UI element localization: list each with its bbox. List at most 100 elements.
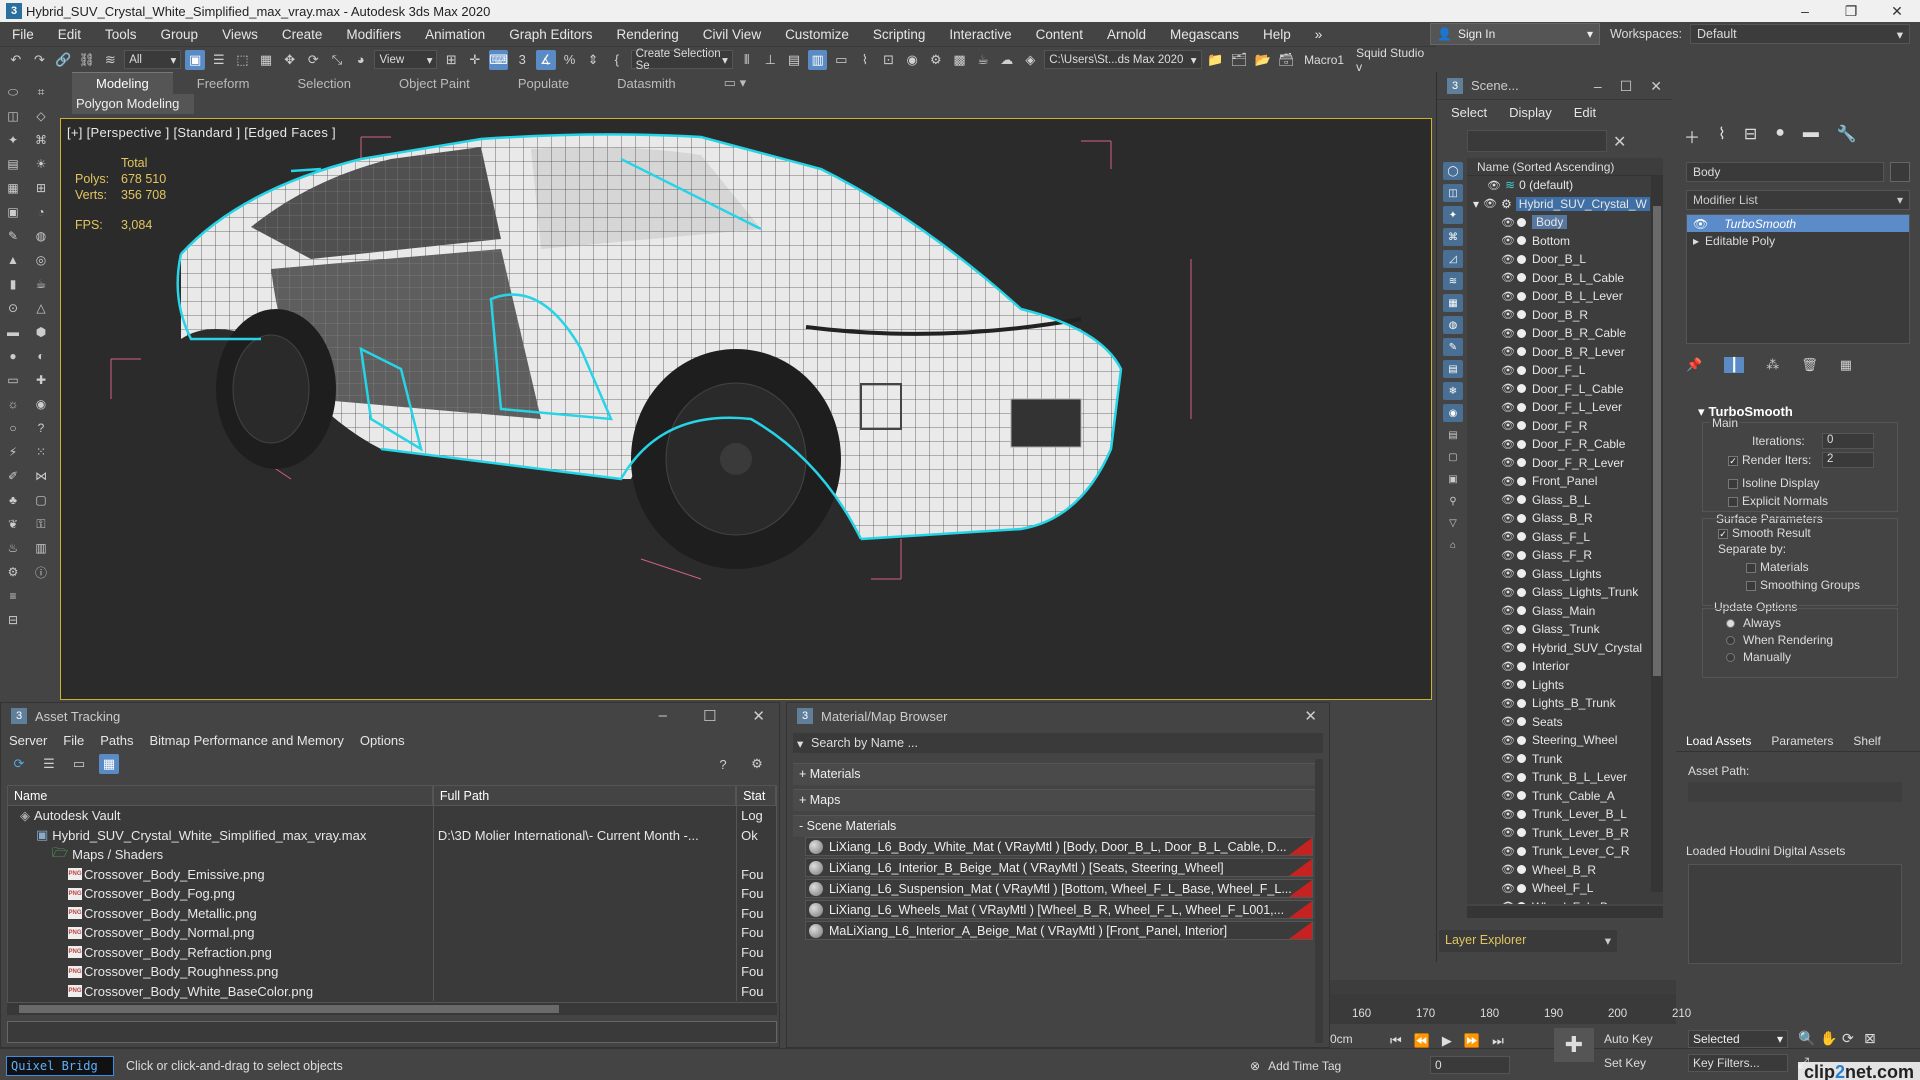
close-icon[interactable]: ✕	[752, 707, 765, 725]
archive-icon[interactable]: 🗃	[1276, 50, 1296, 70]
scene-object-row[interactable]: 👁 Door_F_L_Cable	[1467, 380, 1663, 399]
script-icon[interactable]: ≡	[4, 588, 22, 604]
menu-animation[interactable]: Animation	[413, 27, 497, 42]
scene-object-row[interactable]: 👁 Wheel_B_R	[1467, 861, 1663, 880]
scene-object-row[interactable]: 👁 Steering_Wheel	[1467, 731, 1663, 750]
field-of-view-icon[interactable]: ⊠	[1864, 1030, 1876, 1047]
rotate-icon[interactable]: ⟳	[304, 50, 324, 70]
set-key-button[interactable]: Set Key	[1604, 1056, 1646, 1070]
scene-object-row[interactable]: 👁 Door_B_R_Lever	[1467, 343, 1663, 362]
scene-object-row[interactable]: 👁 Seats	[1467, 713, 1663, 732]
eye-icon[interactable]: 👁	[1501, 623, 1515, 636]
menu-group[interactable]: Group	[149, 27, 211, 42]
eye-icon[interactable]: 👁	[1501, 345, 1515, 358]
material-row[interactable]: LiXiang_L6_Body_White_Mat ( VRayMtl ) [B…	[805, 837, 1313, 856]
manually-radio[interactable]: Manually	[1726, 650, 1791, 664]
loaded-assets-list[interactable]	[1688, 864, 1902, 964]
table-row[interactable]: PNG Crossover_Body_Roughness.png Fou	[8, 962, 776, 982]
eye-icon[interactable]: 👁	[1501, 271, 1515, 284]
scene-object-row[interactable]: 👁 Trunk_Lever_B_R	[1467, 824, 1663, 843]
key-icon[interactable]: ⚿	[32, 516, 50, 532]
scene-column-header[interactable]: Name (Sorted Ascending)	[1467, 158, 1663, 176]
menu-scripting[interactable]: Scripting	[861, 27, 938, 42]
tab-shelf[interactable]: Shelf	[1843, 734, 1890, 748]
eye-icon[interactable]: 👁	[1501, 493, 1515, 506]
iterations-spinner[interactable]: 0	[1822, 433, 1874, 449]
eye-icon[interactable]: 👁	[1501, 863, 1515, 876]
selection-filter-dropdown[interactable]: All ▾	[124, 50, 182, 69]
menu-overflow[interactable]: »	[1303, 27, 1335, 42]
systems-icon[interactable]: ▦	[4, 180, 22, 196]
current-frame-field[interactable]: 0	[1430, 1056, 1510, 1074]
smooth-result-checkbox[interactable]: ✓ Smooth Result	[1718, 526, 1811, 540]
leaf-icon[interactable]: ❦	[4, 516, 22, 532]
asset-horizontal-scrollbar[interactable]	[7, 1003, 777, 1015]
eye-icon[interactable]: 👁	[1693, 217, 1708, 231]
ribbon-subtab-polygon-modeling[interactable]: Polygon Modeling	[72, 94, 194, 114]
tool-a-icon[interactable]: ▣	[4, 204, 22, 220]
placement-icon[interactable]: ◕	[351, 50, 371, 70]
bind-space-warp-icon[interactable]: ≋	[101, 50, 121, 70]
asset-menu-file[interactable]: File	[63, 733, 84, 748]
paint-icon[interactable]: ✎	[4, 228, 22, 244]
folder-set-icon[interactable]: 🗂	[1229, 50, 1249, 70]
scene-object-row[interactable]: 👁 Glass_B_R	[1467, 509, 1663, 528]
pivot-center-icon[interactable]: ⊞	[441, 50, 461, 70]
teapot-icon[interactable]: ☕	[32, 276, 50, 292]
track-bar[interactable]	[1330, 980, 1676, 994]
eye-icon[interactable]: 👁	[1501, 364, 1515, 377]
ribbon-options-icon[interactable]: ▭ ▾	[700, 72, 770, 94]
table-row[interactable]: ▣ Hybrid_SUV_Crystal_White_Simplified_max…	[8, 825, 776, 845]
chevron-down-icon[interactable]: ▾	[797, 736, 803, 751]
remove-modifier-icon[interactable]: 🗑	[1801, 357, 1818, 373]
eye-icon[interactable]: 👁	[1501, 900, 1515, 904]
a360-icon[interactable]: ◈	[1021, 50, 1041, 70]
scene-object-row[interactable]: 👁 Wheel_F_L	[1467, 879, 1663, 898]
table-view-icon[interactable]: ▦	[99, 754, 119, 774]
window-crossing-icon[interactable]: ▦	[256, 50, 276, 70]
menu-rendering[interactable]: Rendering	[605, 27, 691, 42]
eye-icon[interactable]: 👁	[1501, 382, 1515, 395]
material-search-input[interactable]: ▾ Search by Name ...	[793, 733, 1323, 753]
table-row[interactable]: PNG Crossover_Body_Refraction.png Fou	[8, 942, 776, 962]
scene-object-row[interactable]: 👁 Trunk_Lever_C_R	[1467, 842, 1663, 861]
asset-menu-paths[interactable]: Paths	[100, 733, 133, 748]
eye-icon[interactable]: 👁	[1501, 586, 1515, 599]
display-all-icon[interactable]: ▤	[1443, 426, 1463, 444]
scene-object-row[interactable]: 👁 Door_B_R	[1467, 306, 1663, 325]
eye-icon[interactable]: 👁	[1501, 475, 1515, 488]
tab-parameters[interactable]: Parameters	[1761, 734, 1843, 748]
box-icon[interactable]: ▭	[4, 372, 22, 388]
torus-icon[interactable]: ◎	[32, 252, 50, 268]
scene-object-row[interactable]: 👁 Body	[1467, 213, 1663, 232]
cone-icon[interactable]: ▲	[4, 252, 22, 268]
display-tab-icon[interactable]: ▬	[1803, 124, 1819, 148]
angle-snap-icon[interactable]: ∡	[536, 49, 556, 70]
render-iters-checkbox[interactable]: ✓ Render Iters:	[1728, 453, 1811, 467]
ribbon-tab-freeform[interactable]: Freeform	[173, 72, 274, 94]
material-scrollbar[interactable]	[1315, 759, 1323, 1043]
material-row[interactable]: MaLiXiang_L6_Interior_A_Beige_Mat ( VRay…	[805, 921, 1313, 940]
settings-icon[interactable]: ⚙	[747, 754, 767, 774]
eye-icon[interactable]: 👁	[1501, 845, 1515, 858]
keyboard-shortcut-override-icon[interactable]: ⌨	[488, 49, 509, 70]
list-view-icon[interactable]: ☰	[39, 754, 59, 774]
maximize-icon[interactable]: ☐	[703, 707, 716, 725]
eye-icon[interactable]: 👁	[1501, 438, 1515, 451]
table-row[interactable]: PNG Crossover_Body_Normal.png Fou	[8, 923, 776, 943]
play-icon[interactable]: ▶	[1442, 1033, 1452, 1049]
scene-object-row[interactable]: 👁 Door_F_L	[1467, 361, 1663, 380]
scene-vertical-scrollbar[interactable]	[1651, 176, 1663, 892]
plane-icon[interactable]: ▬	[4, 324, 22, 340]
auto-key-button[interactable]: Auto Key	[1604, 1032, 1653, 1046]
eye-icon[interactable]: ◉	[32, 396, 50, 412]
display-hidden-icon[interactable]: ◉	[1443, 404, 1463, 422]
node-icon[interactable]: ✚	[32, 372, 50, 388]
cylinder-icon[interactable]: ▮	[4, 276, 22, 292]
menu-graph-editors[interactable]: Graph Editors	[497, 27, 604, 42]
menu-civil-view[interactable]: Civil View	[691, 27, 773, 42]
geosphere-icon[interactable]: ◐	[32, 348, 50, 364]
display-bones-icon[interactable]: ✎	[1443, 338, 1463, 356]
render-cloud-icon[interactable]: ☁	[997, 50, 1017, 70]
eye-icon[interactable]: 👁	[1487, 179, 1501, 192]
